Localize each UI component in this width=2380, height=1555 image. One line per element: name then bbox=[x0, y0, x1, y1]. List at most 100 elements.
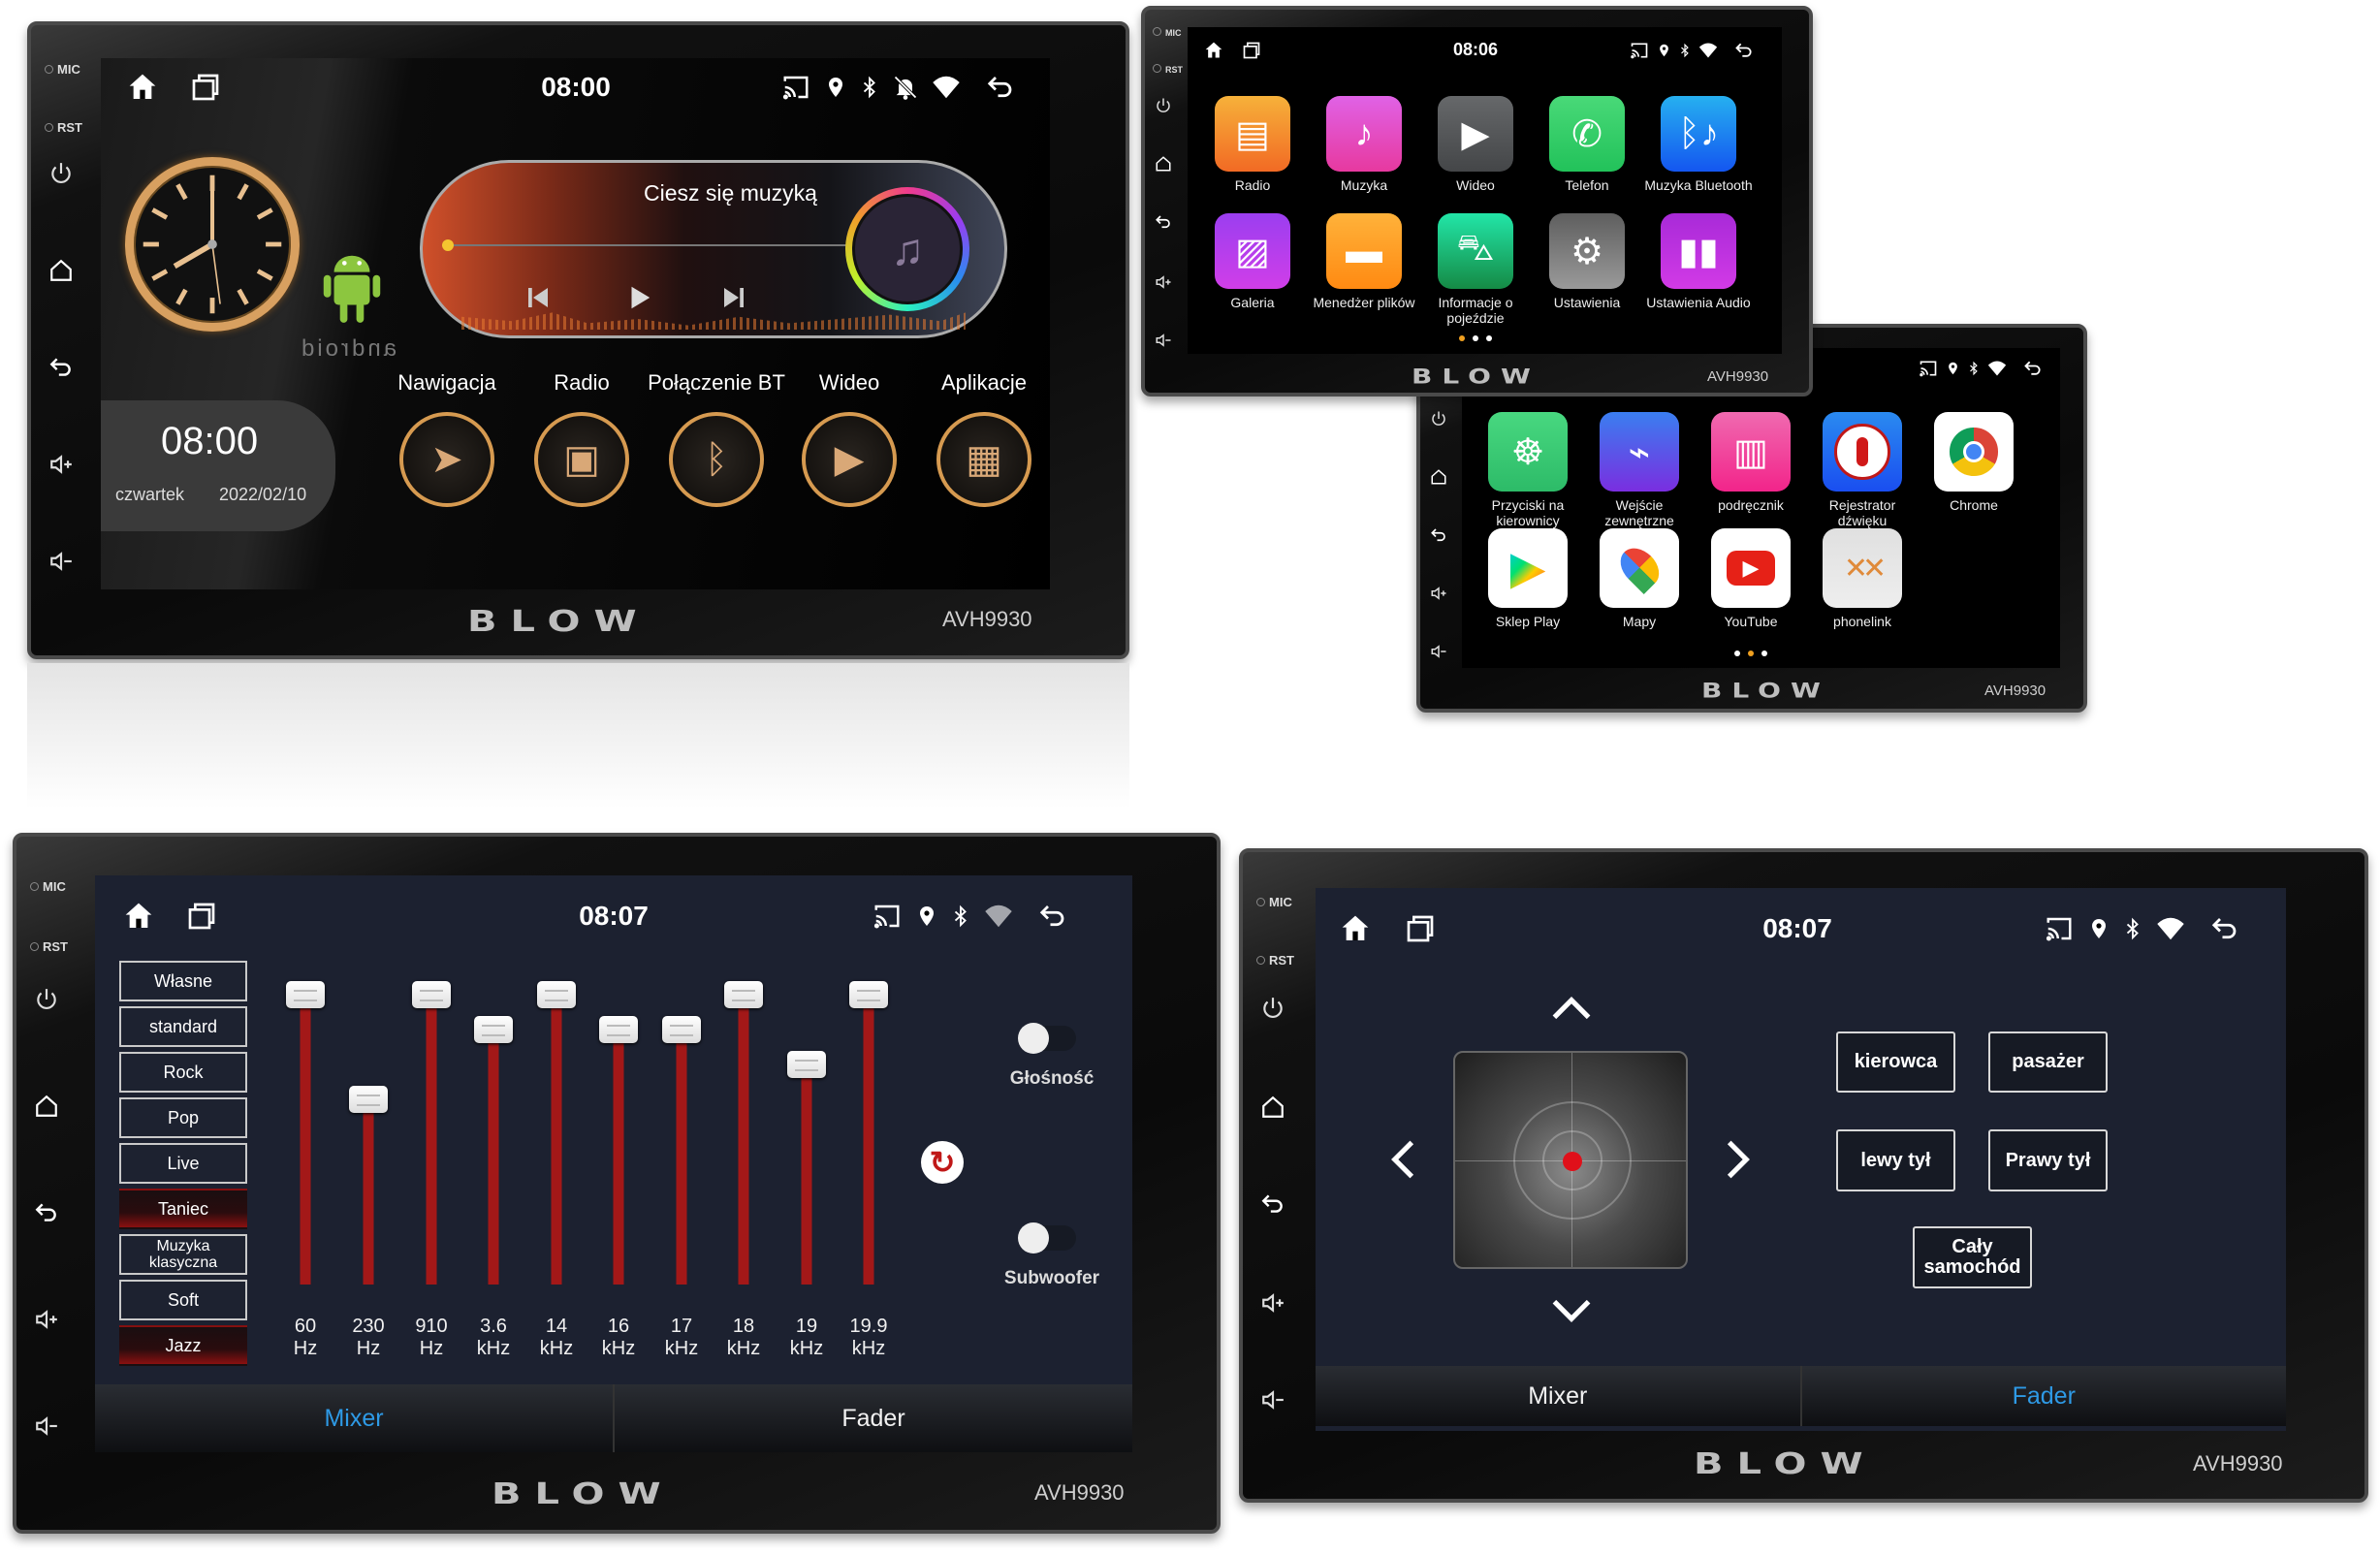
power-icon[interactable] bbox=[34, 987, 59, 1012]
eq-band-track[interactable] bbox=[488, 1029, 499, 1285]
eq-band-track[interactable] bbox=[363, 1098, 374, 1285]
volume-down-icon[interactable] bbox=[48, 549, 74, 574]
chevron-left-icon[interactable] bbox=[1387, 1138, 1416, 1181]
page-dot[interactable] bbox=[1486, 335, 1492, 341]
reset-button[interactable]: RST bbox=[1256, 953, 1294, 968]
back-icon[interactable] bbox=[48, 355, 74, 380]
volume-down-icon[interactable] bbox=[1260, 1387, 1285, 1412]
app-mapy[interactable]: Mapy bbox=[1581, 528, 1698, 629]
back-icon[interactable] bbox=[1155, 213, 1172, 231]
app-telefon[interactable]: ✆ Telefon bbox=[1529, 96, 1645, 193]
driver-button[interactable]: kierowca bbox=[1836, 1031, 1955, 1093]
shortcut-radio-button[interactable]: ▣ bbox=[534, 412, 629, 507]
app-phonelink[interactable]: ✕✕ phonelink bbox=[1804, 528, 1920, 629]
shortcut-wideo-button[interactable]: ▶ bbox=[802, 412, 897, 507]
music-progress-handle[interactable] bbox=[442, 239, 454, 251]
recent-apps-icon[interactable] bbox=[1242, 41, 1261, 60]
shortcut-aplikacje-button[interactable]: ▦ bbox=[936, 412, 1031, 507]
chevron-up-icon[interactable] bbox=[1550, 993, 1593, 1022]
app-muzyka[interactable]: ♪ Muzyka bbox=[1306, 96, 1422, 193]
preset-taniec[interactable]: Taniec bbox=[119, 1189, 247, 1229]
page-dot-active[interactable] bbox=[1459, 335, 1465, 341]
back-icon[interactable] bbox=[1430, 526, 1447, 544]
home-icon[interactable] bbox=[1260, 1095, 1285, 1120]
page-dot[interactable] bbox=[1761, 651, 1767, 656]
app-przyciski-na-kierownicy[interactable]: ☸ Przyciski na kierownicy bbox=[1470, 412, 1586, 528]
app-chrome[interactable]: Chrome bbox=[1916, 412, 2032, 513]
app-menedżer-plików[interactable]: ▬ Menedżer plików bbox=[1306, 213, 1422, 310]
home-icon[interactable] bbox=[1203, 41, 1224, 60]
home-icon[interactable] bbox=[122, 901, 155, 932]
back-icon[interactable] bbox=[34, 1200, 59, 1225]
volume-up-icon[interactable] bbox=[1430, 585, 1447, 602]
back-icon[interactable] bbox=[2209, 914, 2240, 943]
app-ustawienia[interactable]: ⚙ Ustawienia bbox=[1529, 213, 1645, 310]
music-widget[interactable]: Ciesz się muzyką ♫ bbox=[420, 160, 1007, 338]
back-icon[interactable] bbox=[985, 73, 1016, 102]
volume-up-icon[interactable] bbox=[1260, 1290, 1285, 1316]
app-informacje-o-pojeździe[interactable]: ⛍ Informacje o pojeździe bbox=[1417, 213, 1534, 326]
chevron-down-icon[interactable] bbox=[1550, 1297, 1593, 1326]
eq-band-handle[interactable] bbox=[349, 1085, 388, 1113]
tab-fader[interactable]: Fader bbox=[613, 1384, 1132, 1452]
back-icon[interactable] bbox=[1734, 41, 1754, 60]
app-radio[interactable]: ▤ Radio bbox=[1194, 96, 1311, 193]
power-icon[interactable] bbox=[48, 161, 74, 186]
page-dot[interactable] bbox=[1734, 651, 1740, 656]
preset-soft[interactable]: Soft bbox=[119, 1280, 247, 1320]
preset-muzyka-klasyczna[interactable]: Muzyka klasyczna bbox=[119, 1234, 247, 1275]
eq-band-track[interactable] bbox=[613, 1029, 624, 1285]
home-icon[interactable] bbox=[34, 1094, 59, 1119]
app-rejestrator-dźwięku[interactable]: Rejestrator dźwięku bbox=[1804, 412, 1920, 528]
reset-button[interactable]: RST bbox=[45, 120, 82, 135]
eq-band-handle[interactable] bbox=[537, 981, 576, 1008]
page-dot[interactable] bbox=[1473, 335, 1478, 341]
volume-up-icon[interactable] bbox=[34, 1307, 59, 1332]
preset-live[interactable]: Live bbox=[119, 1143, 247, 1184]
eq-band-track[interactable] bbox=[426, 995, 437, 1285]
chevron-right-icon[interactable] bbox=[1725, 1138, 1754, 1181]
subwoofer-toggle[interactable] bbox=[1018, 1222, 1076, 1254]
volume-up-icon[interactable] bbox=[48, 452, 74, 477]
back-icon[interactable] bbox=[1037, 902, 1068, 931]
eq-band-handle[interactable] bbox=[474, 1015, 513, 1043]
app-ustawienia-audio[interactable]: ▮▮ Ustawienia Audio bbox=[1640, 213, 1757, 310]
eq-band-handle[interactable] bbox=[849, 981, 888, 1008]
eq-band-handle[interactable] bbox=[599, 1015, 638, 1043]
app-wideo[interactable]: ▶ Wideo bbox=[1417, 96, 1534, 193]
rear-left-button[interactable]: lewy tył bbox=[1836, 1129, 1955, 1191]
app-sklep-play[interactable]: ▶ Sklep Play bbox=[1470, 528, 1586, 629]
balance-point[interactable] bbox=[1563, 1152, 1582, 1171]
eq-band-handle[interactable] bbox=[787, 1050, 826, 1078]
preset-standard[interactable]: standard bbox=[119, 1006, 247, 1047]
app-youtube[interactable]: ▶ YouTube bbox=[1693, 528, 1809, 629]
recent-apps-icon[interactable] bbox=[190, 72, 221, 103]
reset-eq-button[interactable]: ↻ bbox=[921, 1141, 964, 1184]
eq-band-handle[interactable] bbox=[724, 981, 763, 1008]
shortcut-połączenie-bt-button[interactable]: ᛒ bbox=[669, 412, 764, 507]
preset-rock[interactable]: Rock bbox=[119, 1052, 247, 1093]
whole-car-button[interactable]: Cały samochód bbox=[1913, 1226, 2032, 1288]
eq-band-handle[interactable] bbox=[662, 1015, 701, 1043]
preset-pop[interactable]: Pop bbox=[119, 1097, 247, 1138]
car-seat-map[interactable] bbox=[1453, 1051, 1688, 1269]
page-dot-active[interactable] bbox=[1748, 651, 1754, 656]
recent-apps-icon[interactable] bbox=[186, 901, 217, 932]
power-icon[interactable] bbox=[1260, 996, 1285, 1021]
volume-down-icon[interactable] bbox=[1430, 643, 1447, 660]
app-muzyka-bluetooth[interactable]: ᛒ♪ Muzyka Bluetooth bbox=[1640, 96, 1757, 193]
clock-widget[interactable]: 08:00 czwartek 2022/02/10 bbox=[101, 400, 335, 531]
eq-band-track[interactable] bbox=[801, 1063, 812, 1285]
shortcut-nawigacja-button[interactable]: ➤ bbox=[399, 412, 494, 507]
eq-band-track[interactable] bbox=[863, 995, 874, 1285]
rear-right-button[interactable]: Prawy tył bbox=[1988, 1129, 2108, 1191]
home-icon[interactable] bbox=[1155, 155, 1172, 173]
next-track-icon[interactable] bbox=[719, 283, 748, 312]
home-icon[interactable] bbox=[126, 72, 159, 103]
volume-down-icon[interactable] bbox=[34, 1413, 59, 1439]
reset-button[interactable]: RST bbox=[30, 939, 68, 954]
home-icon[interactable] bbox=[1339, 913, 1372, 944]
previous-track-icon[interactable] bbox=[524, 283, 553, 312]
back-icon[interactable] bbox=[1260, 1191, 1285, 1217]
home-icon[interactable] bbox=[48, 258, 74, 283]
